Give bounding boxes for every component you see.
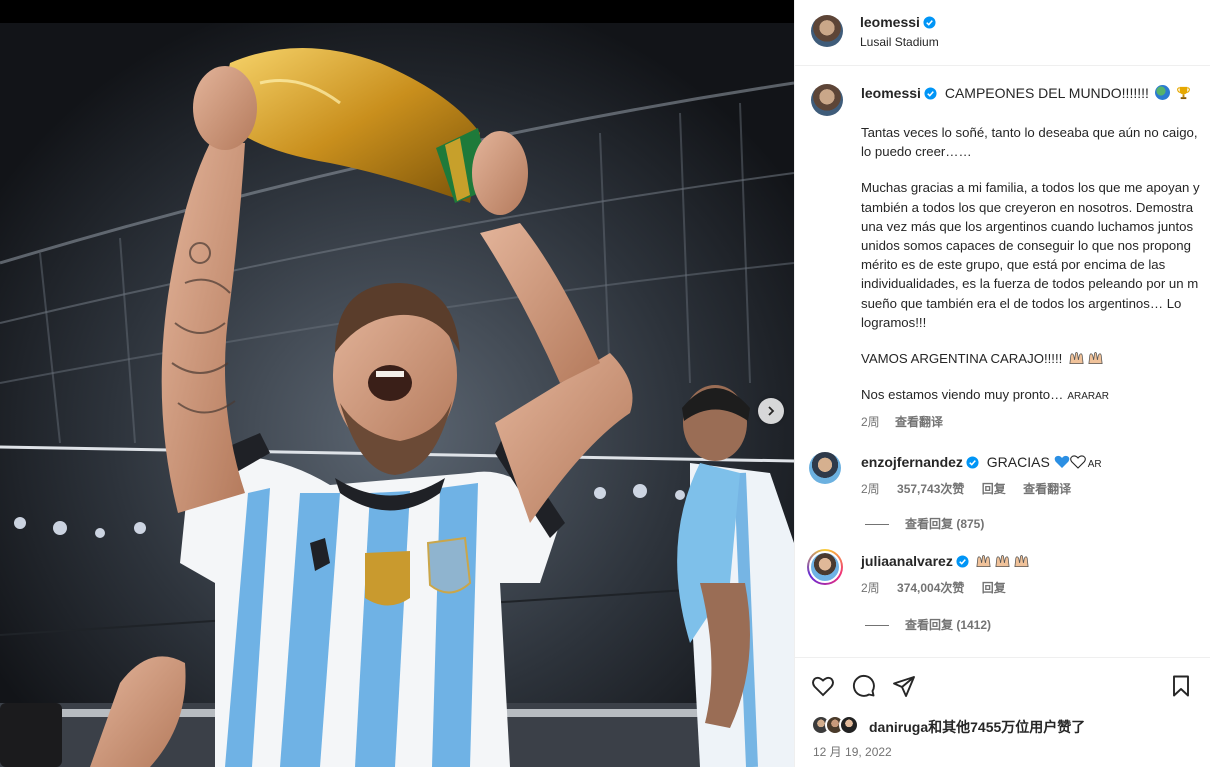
caption-body: Tantas veces lo soñé, tanto lo deseaba q… <box>861 123 1210 404</box>
view-replies-button[interactable]: 查看回复 (875) <box>865 515 984 532</box>
author-username-text[interactable]: leomessi <box>860 14 920 30</box>
post-date[interactable]: 12 月 19, 2022 <box>813 743 892 760</box>
photo-top-bar <box>0 0 794 23</box>
photo-scene <box>0 23 794 767</box>
caption-line: logramos!!! <box>861 314 927 330</box>
caption-age[interactable]: 2周 <box>861 415 880 429</box>
raising-hands-emoji-icon <box>1069 351 1084 364</box>
view-replies-button[interactable]: 查看回复 (1412) <box>865 616 991 633</box>
verified-badge-icon <box>956 555 969 568</box>
view-replies-text[interactable]: 查看回复 (875) <box>905 517 984 531</box>
flag-text-note: ARARAR <box>1067 391 1109 403</box>
caption-line: individualidades, es la fuerza de todos … <box>861 276 1199 292</box>
caption-line: sueño que también era el de todos los ar… <box>861 295 1182 311</box>
caption-author-username[interactable]: leomessi <box>861 85 921 101</box>
verified-badge-icon <box>924 87 937 100</box>
post-actions-section: daniruga和其他7455万位用户赞了 12 月 19, 2022 <box>795 657 1210 767</box>
comment-meta: 2周 357,743次赞 回复 查看翻译 <box>861 480 1085 497</box>
comment-likes[interactable]: 374,004次赞 <box>897 581 964 595</box>
post-location[interactable]: Lusail Stadium <box>860 35 939 49</box>
post-header: leomessi Lusail Stadium <box>795 0 1210 66</box>
bookmark-icon[interactable] <box>1169 674 1193 698</box>
raising-hands-emoji-icon <box>1014 554 1029 568</box>
comment-text: GRACIAS <box>986 454 1050 470</box>
comment-reply-button[interactable]: 回复 <box>982 482 1006 496</box>
comment-age[interactable]: 2周 <box>861 581 880 595</box>
verified-badge-icon <box>966 456 979 469</box>
trophy-emoji-icon <box>1176 86 1190 100</box>
globe-emoji-icon <box>1154 85 1170 100</box>
white-heart-emoji-icon <box>1069 455 1086 469</box>
caption-line-vamos: VAMOS ARGENTINA CARAJO!!!!! <box>861 349 1210 368</box>
caption-meta: 2周 查看翻译 <box>861 413 955 430</box>
likes-summary[interactable]: daniruga和其他7455万位用户赞了 <box>869 717 1085 737</box>
share-icon[interactable] <box>892 674 916 698</box>
comment-text-line: juliaanalvarez <box>861 553 1030 569</box>
comment-meta: 2周 374,004次赞 回复 <box>861 579 1020 596</box>
replies-dash <box>865 524 889 526</box>
comment-avatar[interactable] <box>809 452 841 484</box>
caption-line: una vez más que los argentinos cuando lu… <box>861 218 1194 234</box>
caption-line: Muchas gracias a mi familia, a todos los… <box>861 180 1200 196</box>
comment-icon[interactable] <box>852 674 876 698</box>
comment-translate-button[interactable]: 查看翻译 <box>1023 482 1071 496</box>
caption-header: leomessi CAMPEONES DEL MUNDO!!!!!!! <box>861 85 1191 101</box>
comment-username[interactable]: enzojfernandez <box>861 454 963 470</box>
caption-line-last: Nos estamos viendo muy pronto… ARARAR <box>861 385 1210 404</box>
caption-title: CAMPEONES DEL MUNDO!!!!!!! <box>944 85 1149 101</box>
post-side-panel: leomessi Lusail Stadium leomessi CAMPEON… <box>794 0 1210 767</box>
replies-dash <box>865 625 889 627</box>
chevron-right-icon <box>768 406 775 416</box>
raising-hands-emoji-icon <box>976 554 991 568</box>
comment-avatar-story-ring[interactable] <box>807 549 843 585</box>
raising-hands-emoji-icon <box>995 554 1010 568</box>
comment-reply-button[interactable]: 回复 <box>982 581 1006 595</box>
caption-line: unidos somos capaces de conseguir lo que… <box>861 237 1191 253</box>
author-username[interactable]: leomessi <box>860 14 936 30</box>
blue-heart-emoji-icon <box>1054 455 1070 468</box>
post-photo[interactable] <box>0 0 794 767</box>
liker-avatar[interactable] <box>839 715 859 735</box>
caption-translate-button[interactable]: 查看翻译 <box>895 415 943 429</box>
caption-line: también a todos los que creyeron en noso… <box>861 199 1194 215</box>
caption-line-text: VAMOS ARGENTINA CARAJO!!!!! <box>861 350 1063 366</box>
instagram-post-view: leomessi Lusail Stadium leomessi CAMPEON… <box>0 0 1210 767</box>
view-replies-text[interactable]: 查看回复 (1412) <box>905 618 991 632</box>
caption-author-avatar[interactable] <box>811 84 843 116</box>
next-image-button[interactable] <box>758 398 784 424</box>
heart-icon[interactable] <box>811 674 835 698</box>
author-avatar[interactable] <box>811 15 843 47</box>
comment-text-line: enzojfernandez GRACIAS AR <box>861 454 1102 470</box>
raising-hands-emoji-icon <box>1088 351 1103 364</box>
comment-age[interactable]: 2周 <box>861 482 880 496</box>
caption-line: lo puedo creer…… <box>861 144 972 160</box>
caption-line: mérito es de este grupo, que está por en… <box>861 257 1166 273</box>
caption-line-text: Nos estamos viendo muy pronto… <box>861 387 1064 403</box>
verified-badge-icon <box>923 16 936 29</box>
comment-username[interactable]: juliaanalvarez <box>861 553 953 569</box>
caption-line: Tantas veces lo soñé, tanto lo deseaba q… <box>861 125 1198 140</box>
comment-suffix: AR <box>1087 459 1102 470</box>
comment-likes[interactable]: 357,743次赞 <box>897 482 964 496</box>
